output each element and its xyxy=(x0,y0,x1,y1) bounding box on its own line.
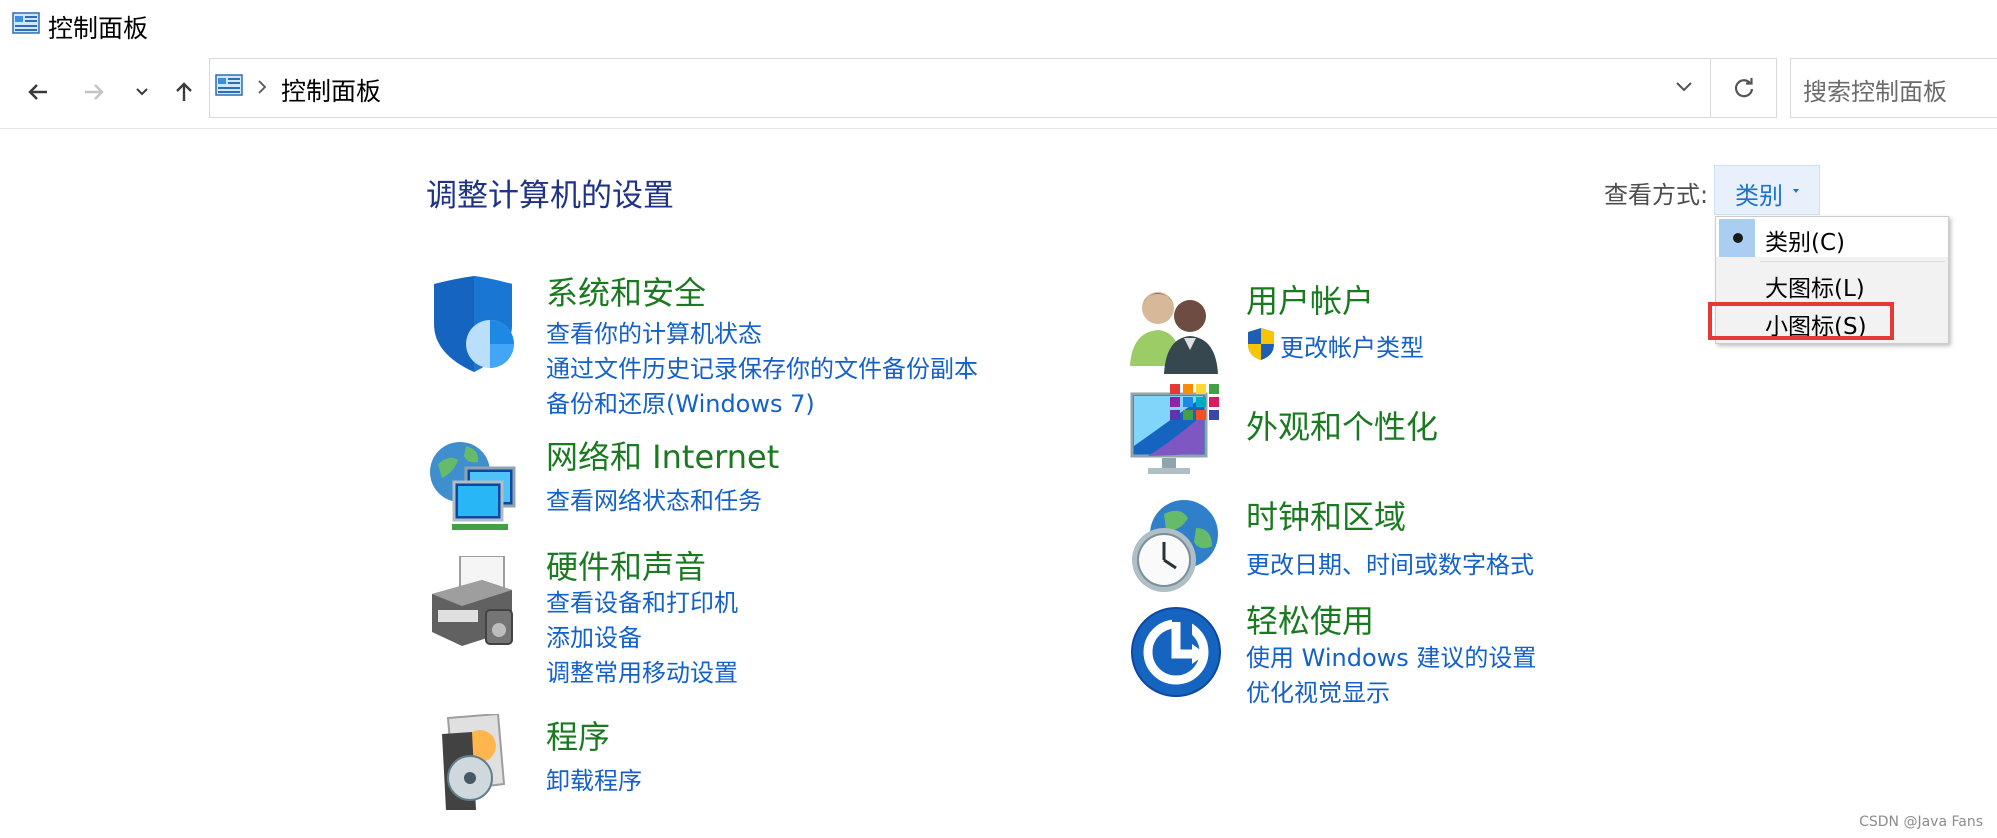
shield-icon[interactable] xyxy=(428,276,524,372)
chevron-down-icon xyxy=(136,88,148,96)
category-link[interactable]: 更改日期、时间或数字格式 xyxy=(1246,545,1534,580)
category-link[interactable]: 更改帐户类型 xyxy=(1280,328,1424,363)
category-link[interactable]: 查看设备和打印机 xyxy=(546,583,738,618)
back-arrow-icon xyxy=(28,84,47,100)
category-heading[interactable]: 网络和 Internet xyxy=(546,432,779,478)
menu-item-large-icons[interactable]: 大图标(L) xyxy=(1716,263,1948,303)
refresh-button[interactable] xyxy=(1711,58,1777,118)
title-bar: 控制面板 xyxy=(0,0,1997,48)
window-title: 控制面板 xyxy=(48,14,149,43)
refresh-icon xyxy=(1734,78,1753,98)
dropdown-arrow-icon xyxy=(1793,189,1799,193)
category-heading[interactable]: 硬件和声音 xyxy=(546,542,706,588)
search-input[interactable]: 搜索控制面板 xyxy=(1790,58,1997,118)
printer-icon[interactable] xyxy=(428,555,524,652)
users-icon[interactable] xyxy=(1128,282,1224,378)
menu-item-category[interactable]: 类别(C) xyxy=(1716,217,1948,257)
category-heading[interactable]: 系统和安全 xyxy=(546,268,706,314)
forward-button[interactable] xyxy=(76,74,112,110)
category-heading[interactable]: 用户帐户 xyxy=(1246,276,1374,322)
category-link[interactable]: 查看网络状态和任务 xyxy=(546,481,762,516)
menu-item-label: 类别(C) xyxy=(1765,230,1846,256)
uac-shield-icon xyxy=(1246,328,1276,364)
ease-of-access-icon[interactable] xyxy=(1128,604,1224,700)
menu-item-label: 大图标(L) xyxy=(1765,276,1865,302)
category-link[interactable]: 备份和还原(Windows 7) xyxy=(546,384,815,419)
category-link[interactable]: 调整常用移动设置 xyxy=(546,653,738,688)
control-panel-icon xyxy=(215,74,243,100)
recent-locations-button[interactable] xyxy=(124,74,160,110)
network-globe-icon[interactable] xyxy=(428,438,524,534)
breadcrumb-item[interactable]: 控制面板 xyxy=(281,72,381,108)
category-link[interactable]: 通过文件历史记录保存你的文件备份副本 xyxy=(546,349,978,384)
category-link[interactable]: 卸载程序 xyxy=(546,761,642,796)
appearance-monitor-icon[interactable] xyxy=(1128,384,1224,480)
category-link[interactable]: 查看你的计算机状态 xyxy=(546,314,762,349)
view-by-label: 查看方式: xyxy=(1604,181,1709,209)
search-placeholder: 搜索控制面板 xyxy=(1803,78,1947,106)
control-panel-icon xyxy=(12,12,40,38)
programs-disc-icon[interactable] xyxy=(428,712,524,810)
view-by-value: 类别 xyxy=(1735,182,1783,210)
navigation-bar: 控制面板 搜索控制面板 xyxy=(0,50,1997,129)
up-button[interactable] xyxy=(166,74,202,110)
category-heading[interactable]: 外观和个性化 xyxy=(1246,402,1438,448)
view-by-dropdown[interactable]: 类别 xyxy=(1714,165,1820,215)
breadcrumb-separator-icon[interactable] xyxy=(255,75,269,103)
category-heading[interactable]: 时钟和区域 xyxy=(1246,492,1406,538)
address-history-button[interactable] xyxy=(1674,79,1694,99)
chevron-down-icon xyxy=(1676,82,1692,92)
address-bar[interactable]: 控制面板 xyxy=(209,58,1711,118)
forward-arrow-icon xyxy=(85,84,104,100)
watermark: CSDN @Java Fans xyxy=(1859,814,1983,830)
category-link[interactable]: 使用 Windows 建议的设置 xyxy=(1246,638,1536,673)
page-title: 调整计算机的设置 xyxy=(426,178,674,214)
back-button[interactable] xyxy=(20,74,56,110)
menu-separator xyxy=(1760,261,1945,262)
category-heading[interactable]: 轻松使用 xyxy=(1246,596,1374,642)
radio-bullet-icon xyxy=(1733,233,1743,243)
annotation-highlight-box xyxy=(1708,302,1894,340)
up-arrow-icon xyxy=(176,82,192,101)
category-heading[interactable]: 程序 xyxy=(546,712,610,758)
category-link[interactable]: 优化视觉显示 xyxy=(1246,673,1390,708)
category-link[interactable]: 添加设备 xyxy=(546,618,642,653)
clock-globe-icon[interactable] xyxy=(1128,498,1224,594)
